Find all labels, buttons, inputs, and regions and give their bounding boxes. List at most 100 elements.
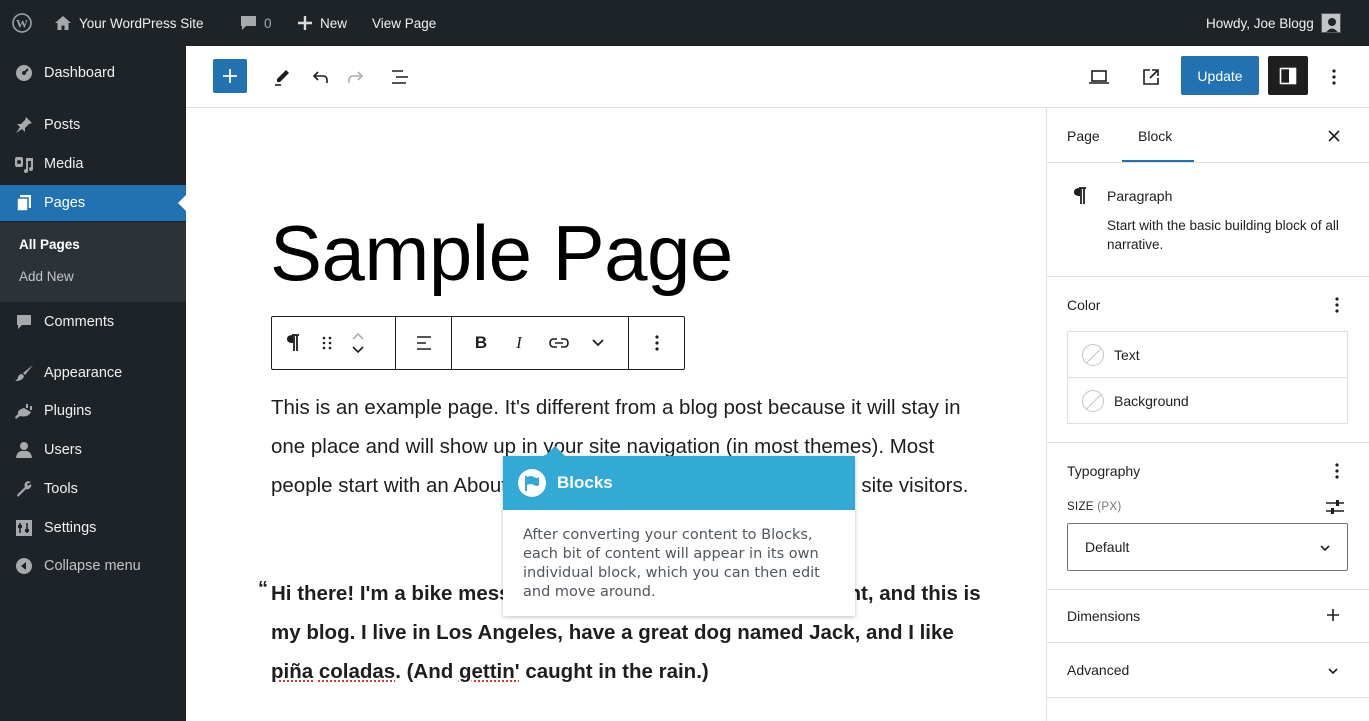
tooltip-arrow: [545, 446, 565, 456]
comments-count: 0: [264, 15, 272, 31]
view-page-button[interactable]: [1137, 63, 1165, 91]
sidebar-item-posts[interactable]: Posts: [0, 107, 186, 143]
advanced-heading: Advanced: [1067, 662, 1130, 678]
greeting: Howdy, Joe Blogg: [1206, 15, 1314, 31]
block-inserter-button[interactable]: [213, 59, 247, 93]
sidebar-item-dashboard[interactable]: Dashboard: [0, 55, 186, 91]
sidebar-item-users[interactable]: Users: [0, 432, 186, 468]
more-rich-text-button[interactable]: [580, 317, 616, 369]
sidebar-item-pages[interactable]: Pages: [0, 185, 186, 221]
plus-icon: [297, 15, 313, 31]
wordpress-logo-icon[interactable]: W: [12, 0, 32, 46]
typography-heading: Typography: [1067, 463, 1141, 479]
divider: [1047, 697, 1369, 698]
tools-button[interactable]: [270, 65, 294, 89]
quote-text: caught in the rain.): [519, 660, 709, 683]
link-button[interactable]: [538, 317, 580, 369]
sidebar-item-label: Users: [44, 442, 82, 458]
media-icon: [14, 154, 34, 174]
paragraph-icon: [287, 334, 299, 351]
admin-sidebar: Dashboard Posts Media Pages All Pages Ad…: [0, 46, 186, 721]
options-menu-button[interactable]: [1322, 63, 1346, 91]
settings-toggle-button[interactable]: [1268, 56, 1308, 95]
preview-button[interactable]: [1085, 63, 1113, 91]
dimensions-heading: Dimensions: [1067, 608, 1141, 624]
italic-button[interactable]: I: [500, 317, 538, 369]
formatting-group: B I: [452, 317, 629, 369]
desktop-icon: [1089, 70, 1109, 84]
quote-mark: “: [258, 578, 268, 600]
sidebar-item-label: Settings: [44, 520, 97, 536]
undo-button[interactable]: [308, 65, 332, 89]
more-vertical-icon: [1335, 463, 1339, 479]
tab-page[interactable]: Page: [1067, 128, 1100, 144]
view-page-link[interactable]: View Page: [372, 0, 436, 46]
block-type-button[interactable]: [272, 317, 314, 369]
drag-handle-icon: [322, 336, 332, 350]
redo-button[interactable]: [344, 65, 368, 89]
font-size-select[interactable]: Default: [1067, 523, 1348, 571]
pages-icon: [14, 193, 34, 213]
sidebar-item-plugins[interactable]: Plugins: [0, 393, 186, 429]
home-icon: [54, 15, 72, 31]
sidebar-item-comments[interactable]: Comments: [0, 304, 186, 340]
sidebar-item-label: Comments: [44, 314, 115, 330]
bold-icon: B: [474, 333, 488, 352]
list-view-icon: [392, 70, 408, 84]
admin-bar: W Your WordPress Site 0 New View Page Ho…: [0, 0, 1369, 46]
sidebar-item-label: Appearance: [44, 365, 123, 381]
more-vertical-icon: [1335, 297, 1339, 313]
submenu-add-new[interactable]: Add New: [19, 269, 74, 284]
sidebar-item-label: Posts: [44, 117, 81, 133]
block-options-button[interactable]: [637, 317, 677, 369]
text-color-option[interactable]: Text: [1067, 331, 1348, 378]
sidebar-item-appearance[interactable]: Appearance: [0, 355, 186, 391]
advanced-panel-toggle[interactable]: Advanced: [1047, 643, 1369, 697]
sidebar-item-settings[interactable]: Settings: [0, 510, 186, 546]
account-menu[interactable]: Howdy, Joe Blogg: [1206, 0, 1341, 46]
block-description: Start with the basic building block of a…: [1107, 218, 1339, 252]
empty-swatch-icon: [1082, 343, 1104, 366]
background-color-option[interactable]: Background: [1067, 377, 1348, 424]
size-unit: (PX): [1097, 501, 1122, 513]
bold-button[interactable]: B: [462, 317, 500, 369]
avatar: [1320, 13, 1341, 33]
page-title[interactable]: Sample Page: [270, 208, 733, 299]
move-buttons[interactable]: [340, 317, 376, 369]
submenu-all-pages[interactable]: All Pages: [19, 237, 80, 252]
site-name-link[interactable]: Your WordPress Site: [54, 0, 204, 46]
collapse-menu-button[interactable]: Collapse menu: [0, 548, 186, 584]
color-option-label: Background: [1114, 392, 1189, 409]
color-options-button[interactable]: [1327, 294, 1347, 316]
sidebar-panel-icon: [1279, 67, 1297, 84]
comments-link[interactable]: 0: [240, 0, 272, 46]
blocks-tooltip: Blocks After converting your content to …: [503, 446, 855, 616]
block-toolbar: B I: [271, 316, 685, 370]
align-button[interactable]: [404, 317, 444, 369]
size-label: SIZE (PX): [1067, 501, 1121, 513]
tab-block[interactable]: Block: [1138, 128, 1172, 144]
plugin-icon: [14, 401, 34, 421]
drag-handle[interactable]: [314, 317, 340, 369]
align-left-icon: [416, 336, 431, 350]
dimensions-panel-toggle[interactable]: Dimensions: [1047, 590, 1369, 642]
quote-text: gettin': [458, 660, 520, 683]
chevron-down-icon: [592, 339, 604, 347]
new-content-link[interactable]: New: [297, 0, 347, 46]
sidebar-item-label: Media: [44, 156, 84, 172]
editor-canvas: Sample Page B I This is an example page.…: [186, 108, 1046, 721]
new-label: New: [320, 15, 348, 31]
typography-options-button[interactable]: [1327, 460, 1347, 482]
chevron-up-icon: [352, 332, 364, 340]
more-vertical-icon: [1332, 69, 1336, 85]
quote-text: coladas: [318, 660, 396, 683]
current-menu-indicator: [178, 195, 186, 211]
sidebar-item-media[interactable]: Media: [0, 146, 186, 182]
update-button[interactable]: Update: [1181, 56, 1259, 95]
custom-size-toggle[interactable]: [1323, 495, 1347, 519]
chevron-down-icon: [1328, 668, 1338, 675]
close-settings-button[interactable]: [1322, 124, 1346, 148]
divider: [1047, 442, 1369, 443]
document-overview-button[interactable]: [388, 65, 412, 89]
sidebar-item-tools[interactable]: Tools: [0, 471, 186, 507]
